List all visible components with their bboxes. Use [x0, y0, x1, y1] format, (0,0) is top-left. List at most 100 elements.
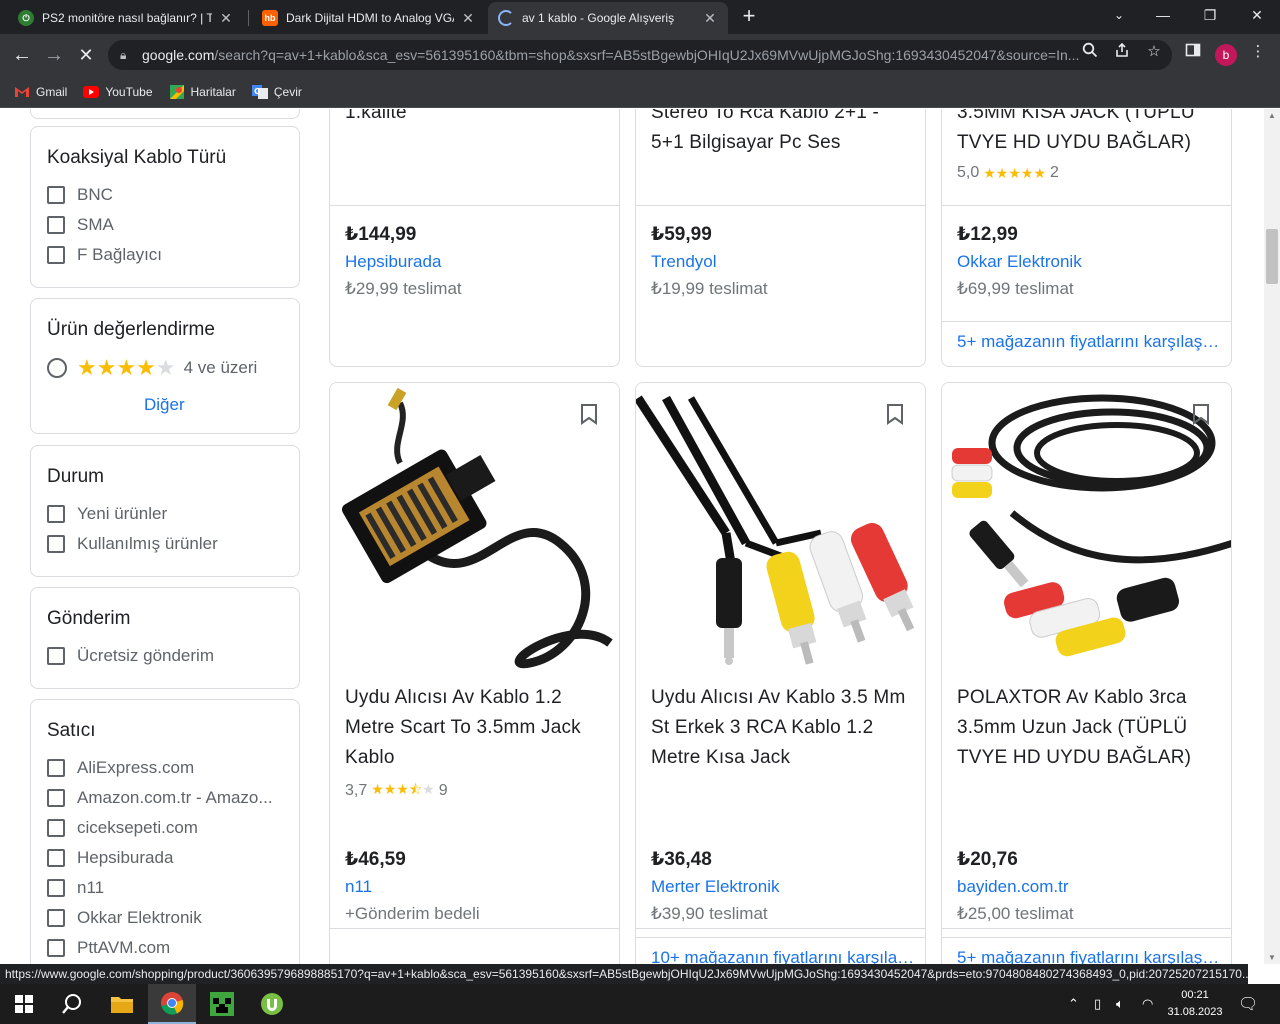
filter-option-seller[interactable]: Amazon.com.tr - Amazo... [47, 788, 273, 808]
checkbox[interactable] [47, 216, 65, 234]
scroll-up-icon[interactable]: ▲ [1268, 111, 1276, 120]
checkbox[interactable] [47, 849, 65, 867]
filter-option-bnc[interactable]: BNC [47, 185, 113, 205]
product-card[interactable]: 3.5MM KISA JACK (TÜPLÜ TVYE HD UYDU BAĞL… [941, 109, 1232, 367]
checkbox[interactable] [47, 535, 65, 553]
device-icon[interactable]: ▯ [1094, 984, 1101, 1024]
filter-option-seller[interactable]: PttAVM.com [47, 938, 170, 958]
tab-search-chevron-icon[interactable]: ⌄ [1096, 0, 1142, 30]
address-bar[interactable]: 🔒︎ google.com /search?q=av+1+kablo&sca_e… [108, 40, 1172, 70]
volume-icon[interactable]: 🔈︎ [1116, 984, 1124, 1024]
windows-start-icon[interactable] [0, 984, 48, 1024]
bookmark-icon[interactable] [885, 403, 905, 425]
bookmark-gmail[interactable]: Gmail [14, 85, 67, 99]
checkbox[interactable] [47, 939, 65, 957]
network-icon[interactable]: ◠ [1142, 984, 1153, 1024]
close-icon[interactable]: ✕ [218, 10, 234, 27]
bookmark-maps[interactable]: Haritalar [169, 84, 236, 99]
checkbox[interactable] [47, 879, 65, 897]
checkbox[interactable] [47, 246, 65, 264]
product-card[interactable]: Uydu Alıcısı Av Kablo 3.5 Mm St Erkek 3 … [635, 382, 926, 964]
filter-option-new[interactable]: Yeni ürünler [47, 504, 167, 524]
filter-option-seller[interactable]: n11 [47, 878, 104, 898]
filter-option-sma[interactable]: SMA [47, 215, 114, 235]
notifications-icon[interactable]: 🗨︎ [1238, 984, 1258, 1024]
product-image-polaxtor-cable[interactable] [942, 383, 1232, 673]
close-window-button[interactable]: ✕ [1234, 0, 1280, 30]
checkbox[interactable] [47, 647, 65, 665]
filter-option-free-shipping[interactable]: Ücretsiz gönderim [47, 646, 214, 666]
side-panel-icon[interactable] [1183, 42, 1203, 62]
checkbox[interactable] [47, 819, 65, 837]
store-name[interactable]: Hepsiburada [345, 252, 441, 272]
store-name[interactable]: Merter Elektronik [651, 877, 779, 897]
close-icon[interactable]: ✕ [702, 10, 718, 27]
lock-icon[interactable]: 🔒︎ [120, 48, 134, 63]
restore-button[interactable]: ❐ [1187, 0, 1233, 30]
checkbox[interactable] [47, 186, 65, 204]
product-title[interactable]: Uydu Alıcısı Av Kablo 3.5 Mm St Erkek 3 … [651, 683, 913, 773]
new-tab-button[interactable]: + [737, 5, 761, 29]
search-icon[interactable] [1080, 42, 1100, 62]
product-title[interactable]: Stereo To Rca Kablo 2+1 - 5+1 Bilgisayar… [651, 109, 913, 158]
checkbox[interactable] [47, 505, 65, 523]
product-card[interactable]: Stereo To Rca Kablo 2+1 - 5+1 Bilgisayar… [635, 109, 926, 367]
close-icon[interactable]: ✕ [460, 10, 476, 27]
tab-ps2[interactable]: ⏻ PS2 monitöre nasıl bağlanır? | Te ✕ [8, 2, 244, 34]
filter-option-f-connector[interactable]: F Bağlayıcı [47, 245, 162, 265]
compare-prices-link[interactable]: 10+ mağazanın fiyatlarını karşılaştırın [651, 948, 915, 964]
filter-option-seller[interactable]: Okkar Elektronik [47, 908, 202, 928]
filter-option-seller[interactable]: AliExpress.com [47, 758, 194, 778]
product-card[interactable]: POLAXTOR Av Kablo 3rca 3.5mm Uzun Jack (… [941, 382, 1232, 964]
compare-prices-link[interactable]: 5+ mağazanın fiyatlarını karşılaştırın [957, 948, 1221, 964]
store-name[interactable]: n11 [345, 877, 372, 897]
stop-loading-button[interactable]: ✕ [72, 42, 100, 70]
bookmark-youtube[interactable]: YouTube [83, 85, 153, 99]
checkbox[interactable] [47, 789, 65, 807]
bookmark-star-icon[interactable]: ☆ [1144, 42, 1164, 62]
filter-option-seller[interactable]: Hepsiburada [47, 848, 173, 868]
product-title[interactable]: POLAXTOR Av Kablo 3rca 3.5mm Uzun Jack (… [957, 683, 1219, 773]
filter-option-4-plus[interactable]: ★★★★★ 4 ve üzeri [47, 355, 257, 381]
profile-avatar[interactable]: b [1215, 44, 1237, 66]
page-scrollbar[interactable]: ▲ ▼ [1264, 109, 1280, 964]
review-count[interactable]: 9 [439, 782, 448, 800]
utorrent-icon[interactable] [248, 984, 296, 1024]
minimize-button[interactable]: — [1140, 0, 1186, 30]
product-title[interactable]: 3.5MM KISA JACK (TÜPLÜ TVYE HD UYDU BAĞL… [957, 109, 1219, 158]
store-name[interactable]: Trendyol [651, 252, 717, 272]
store-name[interactable]: Okkar Elektronik [957, 252, 1082, 272]
checkbox[interactable] [47, 909, 65, 927]
bookmark-icon[interactable] [579, 403, 599, 425]
show-hidden-icons-chevron-icon[interactable]: ⌃ [1068, 984, 1079, 1024]
radio-button[interactable] [47, 358, 67, 378]
product-title[interactable]: 1.kalite [345, 109, 605, 128]
system-clock[interactable]: 00:21 31.08.2023 [1160, 987, 1230, 1021]
tab-google-shopping[interactable]: av 1 kablo - Google Alışveriş ✕ [488, 2, 728, 34]
scroll-down-icon[interactable]: ▼ [1268, 953, 1276, 962]
product-title[interactable]: Uydu Alıcısı Av Kablo 1.2 Metre Scart To… [345, 683, 607, 773]
review-count[interactable]: 2 [1050, 164, 1059, 182]
minecraft-icon[interactable] [198, 984, 246, 1024]
product-card[interactable]: 1.kalite ₺144,99 Hepsiburada ₺29,99 tesl… [329, 109, 620, 367]
chrome-icon[interactable] [148, 984, 196, 1024]
store-name[interactable]: bayiden.com.tr [957, 877, 1069, 897]
product-card[interactable]: Uydu Alıcısı Av Kablo 1.2 Metre Scart To… [329, 382, 620, 964]
more-ratings-link[interactable]: Diğer [144, 395, 185, 415]
scrollbar-thumb[interactable] [1266, 229, 1278, 284]
product-image-rca-cable[interactable] [636, 383, 926, 673]
menu-kebab-icon[interactable]: ⋮ [1248, 42, 1268, 62]
back-button[interactable]: ← [8, 42, 36, 70]
bookmark-translate[interactable]: G Çevir [251, 84, 302, 99]
compare-prices-link[interactable]: 5+ mağazanın fiyatlarını karşılaştırın [957, 332, 1221, 352]
tab-hepsiburada[interactable]: hb Dark Dijital HDMI to Analog VGA ✕ [252, 2, 486, 34]
forward-button[interactable]: → [40, 42, 68, 70]
checkbox[interactable] [47, 759, 65, 777]
file-explorer-icon[interactable] [98, 984, 146, 1024]
product-image-scart-cable[interactable] [330, 383, 620, 673]
filter-option-used[interactable]: Kullanılmış ürünler [47, 534, 218, 554]
share-icon[interactable] [1112, 42, 1132, 62]
filter-option-seller[interactable]: ciceksepeti.com [47, 818, 198, 838]
search-icon[interactable] [48, 984, 96, 1024]
bookmark-icon[interactable] [1191, 403, 1211, 425]
